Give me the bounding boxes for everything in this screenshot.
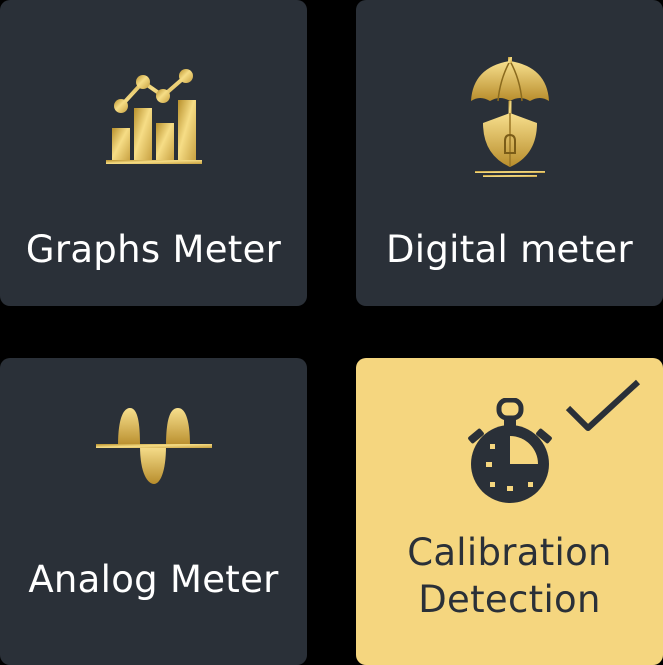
stopwatch-icon [468, 398, 552, 503]
tile-label-line-1: Calibration [407, 531, 612, 574]
tile-digital-meter[interactable]: Digital meter [356, 0, 663, 306]
tile-label: Analog Meter [28, 558, 279, 601]
tile-label: Calibration Detection [356, 529, 663, 623]
tile-label: Digital meter [386, 228, 633, 271]
umbrella-shield-icon [471, 57, 549, 177]
checkmark-icon [565, 379, 641, 431]
tile-label: Graphs Meter [25, 228, 282, 271]
tile-graphs-meter[interactable]: Graphs Meter [0, 0, 307, 306]
tile-calibration-detection[interactable]: Calibration Detection [356, 358, 663, 665]
sine-wave-icon [96, 408, 212, 484]
tile-label-line-2: Detection [418, 578, 601, 621]
bar-line-chart-icon [106, 69, 202, 164]
tile-analog-meter[interactable]: Analog Meter [0, 358, 307, 665]
